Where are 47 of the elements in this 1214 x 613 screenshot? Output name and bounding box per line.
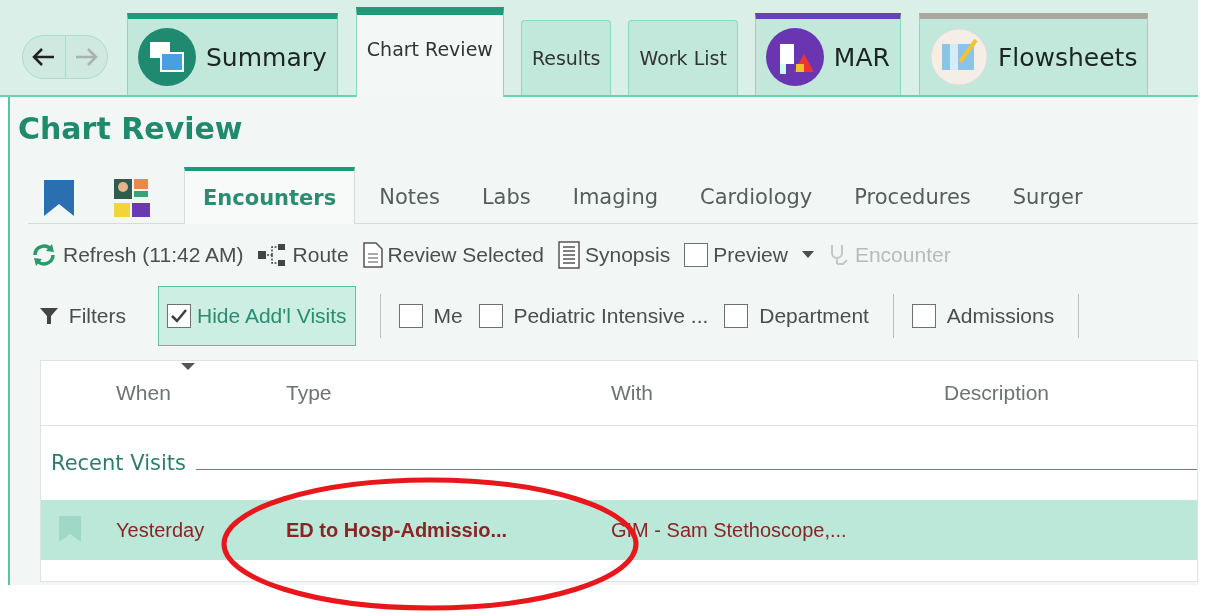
table-cell-text: ED to Hosp-Admissio... bbox=[286, 518, 509, 542]
tab[interactable]: MAR bbox=[754, 13, 901, 95]
subtab[interactable]: Cardiology bbox=[682, 166, 831, 223]
dropdown-button[interactable] bbox=[801, 251, 814, 259]
column-header[interactable]: When bbox=[116, 381, 286, 405]
filter-checkbox[interactable]: Admissions bbox=[911, 304, 1055, 328]
subtab[interactable]: Encounters bbox=[184, 167, 356, 224]
filter-checkbox[interactable]: Department bbox=[724, 304, 869, 328]
filter-checkbox[interactable]: Pediatric Intensive ... bbox=[478, 304, 709, 328]
toolbar-button[interactable]: Review Selected bbox=[362, 242, 544, 268]
column-header[interactable]: Type bbox=[286, 381, 611, 405]
subtab[interactable]: Notes bbox=[361, 166, 458, 223]
subtab[interactable]: Surger bbox=[994, 166, 1101, 223]
arrow-left-icon bbox=[31, 46, 56, 67]
iv-bag-icon bbox=[765, 28, 824, 86]
subtab[interactable]: Labs bbox=[463, 166, 549, 223]
sort-caret-icon bbox=[181, 363, 195, 371]
document-icon bbox=[362, 242, 383, 268]
calendar-icon bbox=[138, 28, 196, 86]
people-icon[interactable] bbox=[114, 179, 152, 217]
column-header[interactable]: Description bbox=[944, 381, 1197, 405]
table-cell-text: Yesterday bbox=[116, 518, 206, 542]
group-title: Recent Visits bbox=[51, 451, 186, 475]
arrow-right-icon bbox=[74, 46, 99, 67]
toolbar-button[interactable]: Route bbox=[257, 243, 349, 267]
preview-checkbox[interactable]: Preview bbox=[684, 243, 788, 267]
column-header[interactable]: With bbox=[611, 381, 944, 405]
chart-icon bbox=[929, 28, 988, 86]
route-icon bbox=[257, 244, 288, 266]
list-icon bbox=[558, 241, 580, 269]
refresh-icon bbox=[30, 241, 58, 269]
toolbar-button[interactable]: Synopsis bbox=[558, 241, 671, 269]
tab[interactable]: Flowsheets bbox=[918, 13, 1149, 95]
caret-icon bbox=[801, 251, 814, 259]
tab[interactable]: Work List bbox=[628, 20, 738, 95]
filters-button[interactable]: Filters bbox=[40, 304, 126, 328]
bookmark-icon[interactable] bbox=[44, 180, 74, 216]
toolbar-button[interactable]: Refresh (11:42 AM) bbox=[30, 241, 244, 269]
page-title: Chart Review bbox=[17, 110, 244, 148]
tab[interactable]: Chart Review bbox=[355, 7, 504, 97]
checkmark-icon bbox=[170, 308, 188, 324]
filter-checkbox[interactable]: Me bbox=[398, 304, 463, 328]
filter-icon bbox=[40, 307, 58, 325]
tab[interactable]: Results bbox=[520, 20, 612, 95]
subtab[interactable]: Procedures bbox=[836, 166, 989, 223]
tab[interactable]: Summary bbox=[127, 13, 338, 95]
subtab[interactable]: Imaging bbox=[554, 166, 677, 223]
